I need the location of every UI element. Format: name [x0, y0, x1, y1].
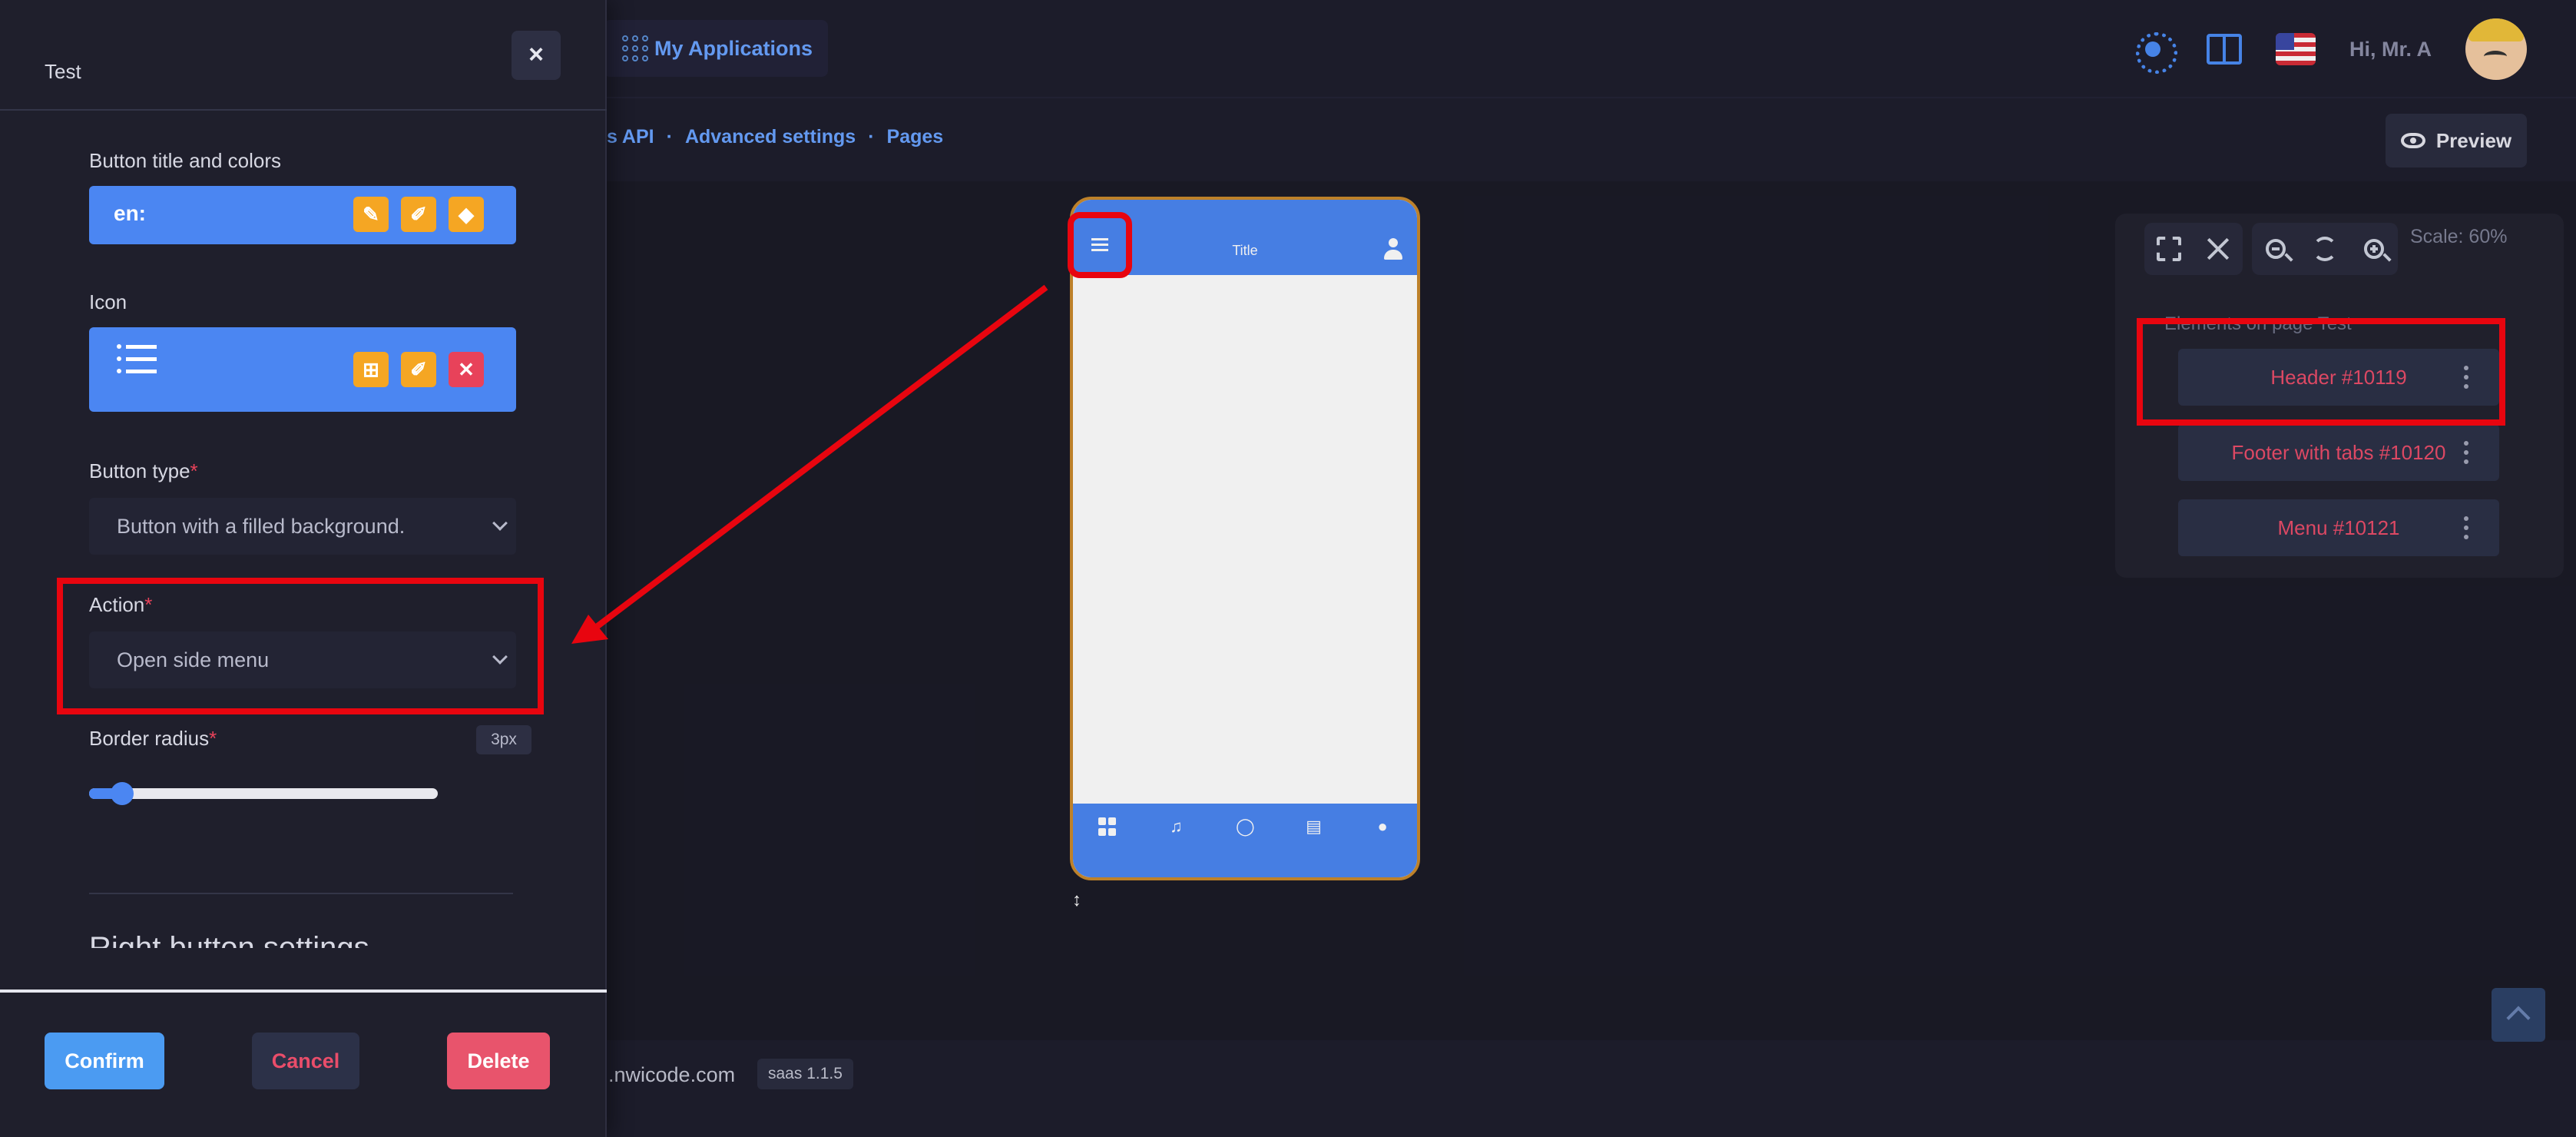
grid-icon[interactable]	[1098, 817, 1117, 836]
fullscreen-icon[interactable]	[2157, 237, 2181, 261]
element-item-footer[interactable]: Footer with tabs #10120	[2178, 424, 2499, 481]
breadcrumb-separator: ·	[868, 126, 875, 148]
element-item-menu[interactable]: Menu #10121	[2178, 499, 2499, 556]
kebab-menu-icon[interactable]	[2464, 516, 2468, 539]
my-applications-button[interactable]: My Applications	[604, 20, 828, 77]
remove-icon[interactable]: ✕	[449, 352, 484, 387]
icon-label: Icon	[89, 290, 127, 313]
chevron-down-icon	[492, 515, 508, 531]
reset-zoom-icon[interactable]	[2312, 237, 2337, 261]
user-icon[interactable]	[1383, 238, 1403, 261]
delete-button[interactable]: Delete	[447, 1033, 550, 1089]
chat-bubble-icon[interactable]: ◯	[1236, 817, 1255, 836]
top-right-controls: Hi, Mr. A	[2133, 17, 2527, 81]
breadcrumb-item-pages[interactable]: Pages	[887, 126, 944, 148]
zoom-out-icon[interactable]	[2265, 239, 2286, 259]
us-flag-icon[interactable]	[2275, 33, 2316, 65]
breadcrumb: s API · Advanced settings · Pages	[607, 126, 943, 148]
document-icon[interactable]: ▤	[1305, 817, 1323, 836]
slider-handle[interactable]	[111, 782, 134, 805]
list-icon	[117, 344, 157, 373]
button-type-select[interactable]: Button with a filled background.	[89, 498, 516, 555]
confirm-button[interactable]: Confirm	[45, 1033, 164, 1089]
my-applications-label: My Applications	[654, 36, 813, 60]
brush-icon[interactable]: ✐	[401, 197, 436, 232]
preview-button[interactable]: Preview	[2386, 114, 2527, 167]
element-item-label: Menu #10121	[2277, 515, 2400, 539]
breadcrumb-item-api[interactable]: s API	[607, 126, 654, 148]
divider	[0, 989, 607, 993]
user-greeting[interactable]: Hi, Mr. A	[2349, 38, 2432, 61]
zoom-in-icon[interactable]	[2364, 239, 2385, 259]
highlight-menu-icon	[1068, 212, 1132, 278]
user-tab-icon[interactable]: ●	[1373, 817, 1392, 836]
zoom-tools	[2252, 223, 2398, 275]
icon-field[interactable]: ⊞ ✐ ✕	[89, 327, 516, 412]
divider	[0, 109, 607, 111]
expand-icon[interactable]	[2206, 237, 2230, 261]
avatar[interactable]	[2465, 18, 2527, 80]
music-note-icon[interactable]: ♫	[1167, 817, 1185, 836]
button-title-label: Button title and colors	[89, 149, 282, 172]
highlight-action-field	[57, 578, 544, 714]
eye-icon	[2400, 133, 2425, 148]
right-button-section-title: Right button settings	[89, 931, 369, 948]
paint-bucket-icon[interactable]: ◆	[449, 197, 484, 232]
close-button[interactable]: ×	[512, 31, 561, 80]
edit-pencil-icon[interactable]: ✎	[353, 197, 389, 232]
phone-footer-tabs[interactable]: ♫ ◯ ▤ ●	[1073, 804, 1417, 877]
resize-handle-icon[interactable]: ↕	[1072, 890, 1081, 911]
language-prefix: en:	[114, 201, 146, 225]
phone-preview: Title ♫ ◯ ▤ ●	[1070, 197, 1420, 880]
scroll-to-top-button[interactable]	[2492, 988, 2545, 1042]
button-type-value: Button with a filled background.	[117, 514, 406, 538]
icon-picker-icon[interactable]: ⊞	[353, 352, 389, 387]
highlight-header-element	[2137, 318, 2505, 426]
divider	[89, 893, 513, 894]
button-settings-panel: Test × Button title and colors en: ✎ ✐ ◆…	[0, 0, 607, 1137]
panel-title: Test	[45, 60, 81, 83]
theme-toggle-icon[interactable]	[2133, 29, 2177, 74]
cancel-button[interactable]: Cancel	[252, 1033, 359, 1089]
breadcrumb-separator: ·	[666, 126, 673, 148]
border-radius-label: Border radius*	[89, 727, 217, 750]
element-item-label: Footer with tabs #10120	[2231, 440, 2446, 464]
view-tools	[2144, 223, 2243, 275]
documentation-icon[interactable]	[2206, 34, 2242, 65]
brush-icon[interactable]: ✐	[401, 352, 436, 387]
breadcrumb-item-advanced-settings[interactable]: Advanced settings	[685, 126, 856, 148]
apps-grid-icon	[622, 35, 648, 61]
border-radius-slider[interactable]	[89, 788, 438, 799]
phone-content-area	[1073, 275, 1417, 805]
button-type-label: Button type*	[89, 459, 198, 482]
scale-readout: Scale: 60%	[2410, 226, 2508, 247]
version-badge: saas 1.1.5	[757, 1059, 853, 1089]
border-radius-value: 3px	[476, 725, 531, 754]
preview-label: Preview	[2435, 128, 2512, 152]
kebab-menu-icon[interactable]	[2464, 441, 2468, 464]
footer-domain[interactable]: .nwicode.com	[608, 1063, 735, 1087]
button-title-field[interactable]: en: ✎ ✐ ◆	[89, 186, 516, 244]
